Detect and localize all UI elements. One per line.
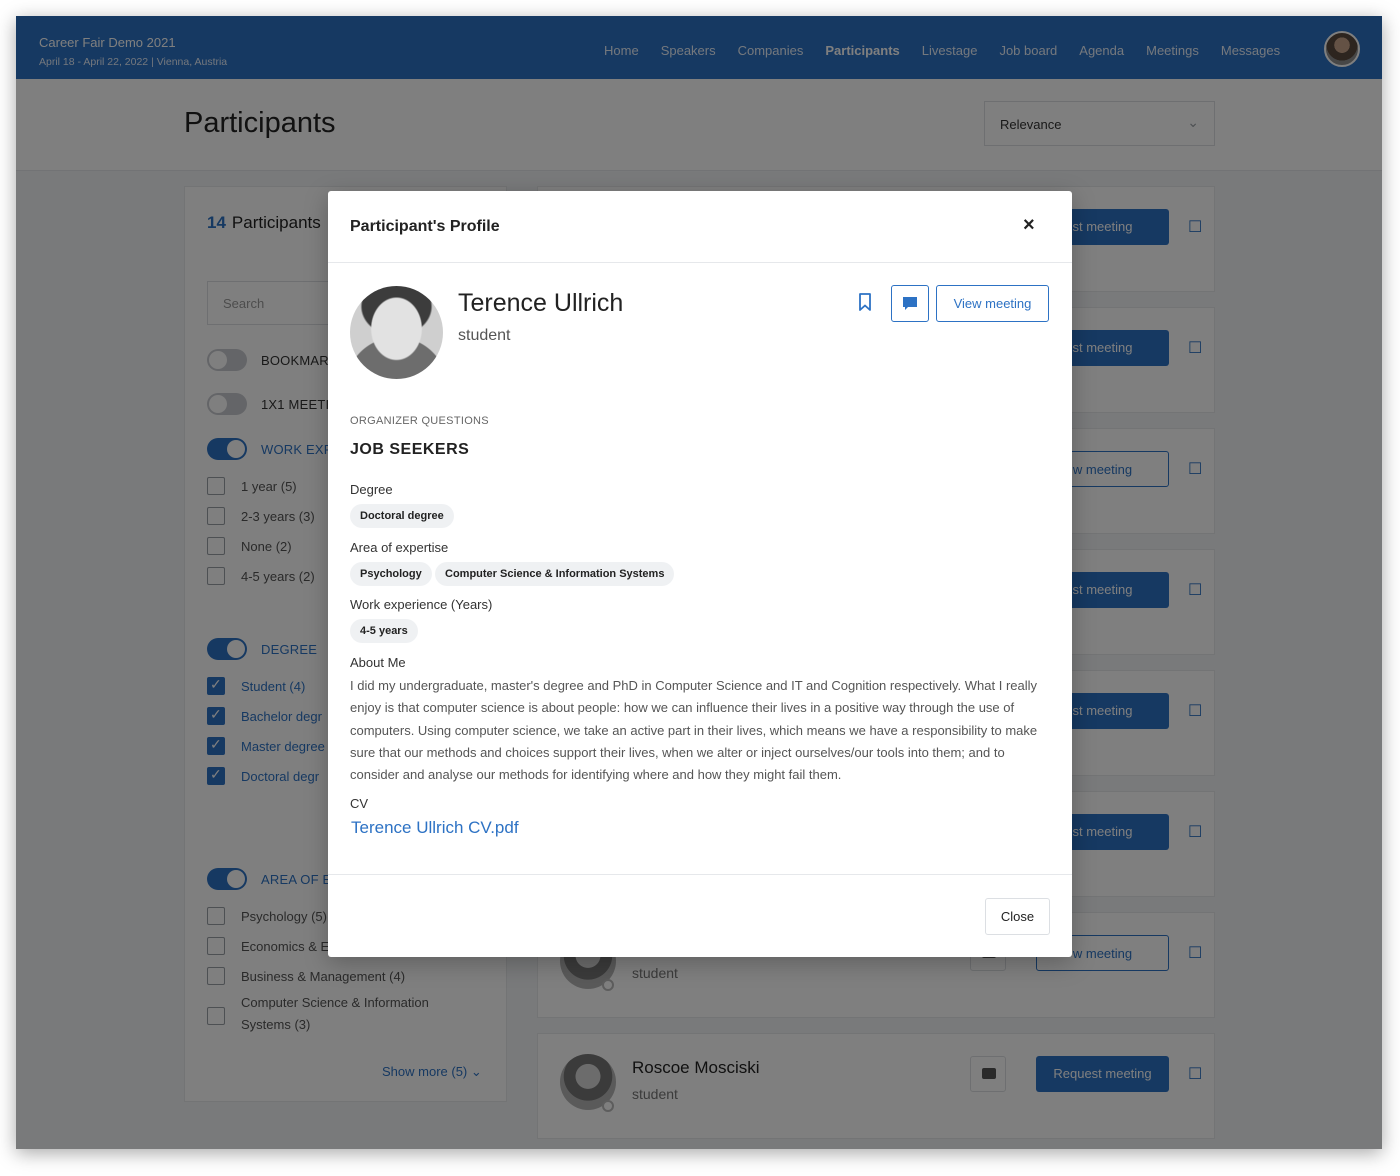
section-title: JOB SEEKERS bbox=[350, 441, 470, 458]
close-icon[interactable]: × bbox=[1023, 214, 1035, 237]
close-button[interactable]: Close bbox=[985, 898, 1050, 935]
area-chip: Computer Science & Information Systems bbox=[435, 562, 675, 586]
profile-name: Terence Ullrich bbox=[458, 289, 624, 317]
organizer-questions-label: ORGANIZER QUESTIONS bbox=[350, 415, 489, 427]
degree-label: Degree bbox=[350, 482, 393, 497]
bookmark-icon[interactable] bbox=[857, 293, 873, 311]
about-text: I did my undergraduate, master's degree … bbox=[350, 678, 1038, 783]
modal-header: Participant's Profile × bbox=[328, 191, 1072, 263]
chat-icon bbox=[903, 297, 917, 310]
work-experience-label: Work experience (Years) bbox=[350, 597, 493, 612]
chat-button[interactable] bbox=[891, 285, 929, 322]
area-label: Area of expertise bbox=[350, 540, 449, 555]
modal-title: Participant's Profile bbox=[350, 218, 500, 235]
profile-role: student bbox=[458, 327, 511, 344]
cv-download-link[interactable]: Terence Ullrich CV.pdf bbox=[351, 818, 519, 838]
about-label: About Me bbox=[350, 655, 406, 670]
modal-footer: Close bbox=[328, 874, 1072, 957]
app-window: Career Fair Demo 2021 April 18 - April 2… bbox=[16, 16, 1382, 1149]
view-meeting-button[interactable]: View meeting bbox=[936, 285, 1049, 322]
cv-label: CV bbox=[350, 796, 369, 811]
work-experience-chip: 4-5 years bbox=[350, 619, 418, 643]
area-chip: Psychology bbox=[350, 562, 432, 586]
profile-avatar bbox=[350, 286, 443, 379]
degree-chip: Doctoral degree bbox=[350, 504, 454, 528]
participant-profile-modal: Participant's Profile × Terence Ullrich … bbox=[328, 191, 1072, 957]
